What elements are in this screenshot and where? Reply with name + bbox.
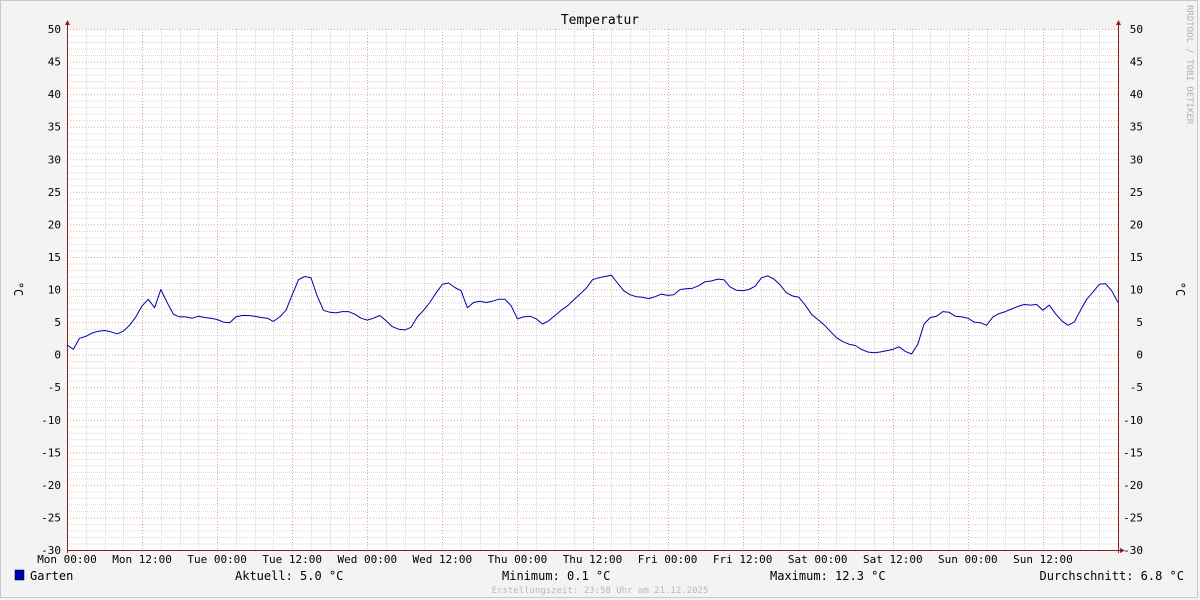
y-tick-label: -5 <box>1130 381 1143 394</box>
y-tick-label: 40 <box>1130 88 1143 101</box>
y-tick-label: -5 <box>48 381 61 394</box>
y-tick-label: 50 <box>1130 23 1143 36</box>
y-tick-label: 45 <box>1130 56 1143 69</box>
y-tick-label: 25 <box>1130 186 1143 199</box>
y-tick-label: 0 <box>54 349 61 362</box>
x-tick-label: Thu 12:00 <box>563 553 623 566</box>
y-tick-label: 25 <box>48 186 61 199</box>
y-tick-label: 5 <box>1136 316 1143 329</box>
y-tick-label: 0 <box>1136 349 1143 362</box>
y-axis-label-left: °C <box>11 282 25 296</box>
y-tick-labels-left: 50454035302520151050-5-10-15-20-25-30 <box>41 23 61 557</box>
rrdtool-credit: RRDTOOL / TOBI OETIKER <box>1184 5 1194 125</box>
x-tick-label: Tue 12:00 <box>262 553 322 566</box>
temperature-chart: 50454035302520151050-5-10-15-20-25-30 50… <box>11 5 1194 596</box>
legend-maximum: Maximum: 12.3 °C <box>770 569 886 583</box>
y-tick-label: 30 <box>48 153 61 166</box>
x-tick-label: Sat 00:00 <box>788 553 848 566</box>
y-axis-label-right: °C <box>1173 282 1187 296</box>
y-tick-label: -15 <box>1123 446 1143 459</box>
y-axis-arrow-right <box>1116 20 1121 25</box>
x-tick-label: Sun 00:00 <box>938 553 998 566</box>
chart-frame: 50 45 40 35 30 25 20 15 10 5 0 -5 -10 -15 -20 -25 -30 50… <box>0 0 1198 598</box>
y-tick-label: 20 <box>48 218 61 231</box>
y-tick-label: 10 <box>1130 284 1143 297</box>
x-tick-label: Fri 00:00 <box>638 553 698 566</box>
y-tick-label: 15 <box>48 251 61 264</box>
y-tick-label: 35 <box>48 121 61 134</box>
x-tick-label: Thu 00:00 <box>488 553 548 566</box>
x-tick-label: Wed 12:00 <box>413 553 473 566</box>
y-tick-labels-right: 50454035302520151050-5-10-15-20-25-30 <box>1123 23 1143 557</box>
y-tick-label: 50 <box>48 23 61 36</box>
y-tick-label: -15 <box>41 446 61 459</box>
x-tick-label: Sat 12:00 <box>863 553 923 566</box>
x-tick-label: Tue 00:00 <box>187 553 247 566</box>
x-tick-label: Mon 12:00 <box>112 553 172 566</box>
y-axis-arrow-left <box>65 20 70 25</box>
x-tick-label: Sun 12:00 <box>1013 553 1073 566</box>
y-tick-label: -25 <box>1123 511 1143 524</box>
y-tick-label: -10 <box>41 414 61 427</box>
y-tick-label: 35 <box>1130 121 1143 134</box>
legend-minimum: Minimum: 0.1 °C <box>502 569 610 583</box>
legend-swatch <box>14 569 25 581</box>
y-tick-label: 10 <box>48 284 61 297</box>
y-tick-label: 45 <box>48 56 61 69</box>
creation-time: Erstellungszeit: 23:58 Uhr am 21.12.2025 <box>492 586 709 596</box>
x-tick-labels: Mon 00:00 Mon 12:00 Tue 00:00 Tue 12:00 Wed … <box>37 553 1073 566</box>
y-tick-label: 30 <box>1130 153 1143 166</box>
y-tick-label: -10 <box>1123 414 1143 427</box>
x-tick-label: Mon 00:00 <box>37 553 97 566</box>
x-tick-label: Wed 00:00 <box>337 553 397 566</box>
y-tick-label: 5 <box>54 316 61 329</box>
x-tick-label: Fri 12:00 <box>713 553 773 566</box>
y-tick-label: 20 <box>1130 218 1143 231</box>
y-tick-label: 40 <box>48 88 61 101</box>
y-tick-label: -30 <box>1123 544 1143 557</box>
y-tick-label: -25 <box>41 511 61 524</box>
legend-current: Aktuell: 5.0 °C <box>235 569 343 583</box>
y-tick-label: -20 <box>41 479 61 492</box>
y-tick-label: 15 <box>1130 251 1143 264</box>
chart-title: Temperatur <box>561 13 639 28</box>
legend-average: Durchschnitt: 6.8 °C <box>1040 569 1185 583</box>
legend-series-name: Garten <box>30 569 73 583</box>
y-tick-label: -20 <box>1123 479 1143 492</box>
